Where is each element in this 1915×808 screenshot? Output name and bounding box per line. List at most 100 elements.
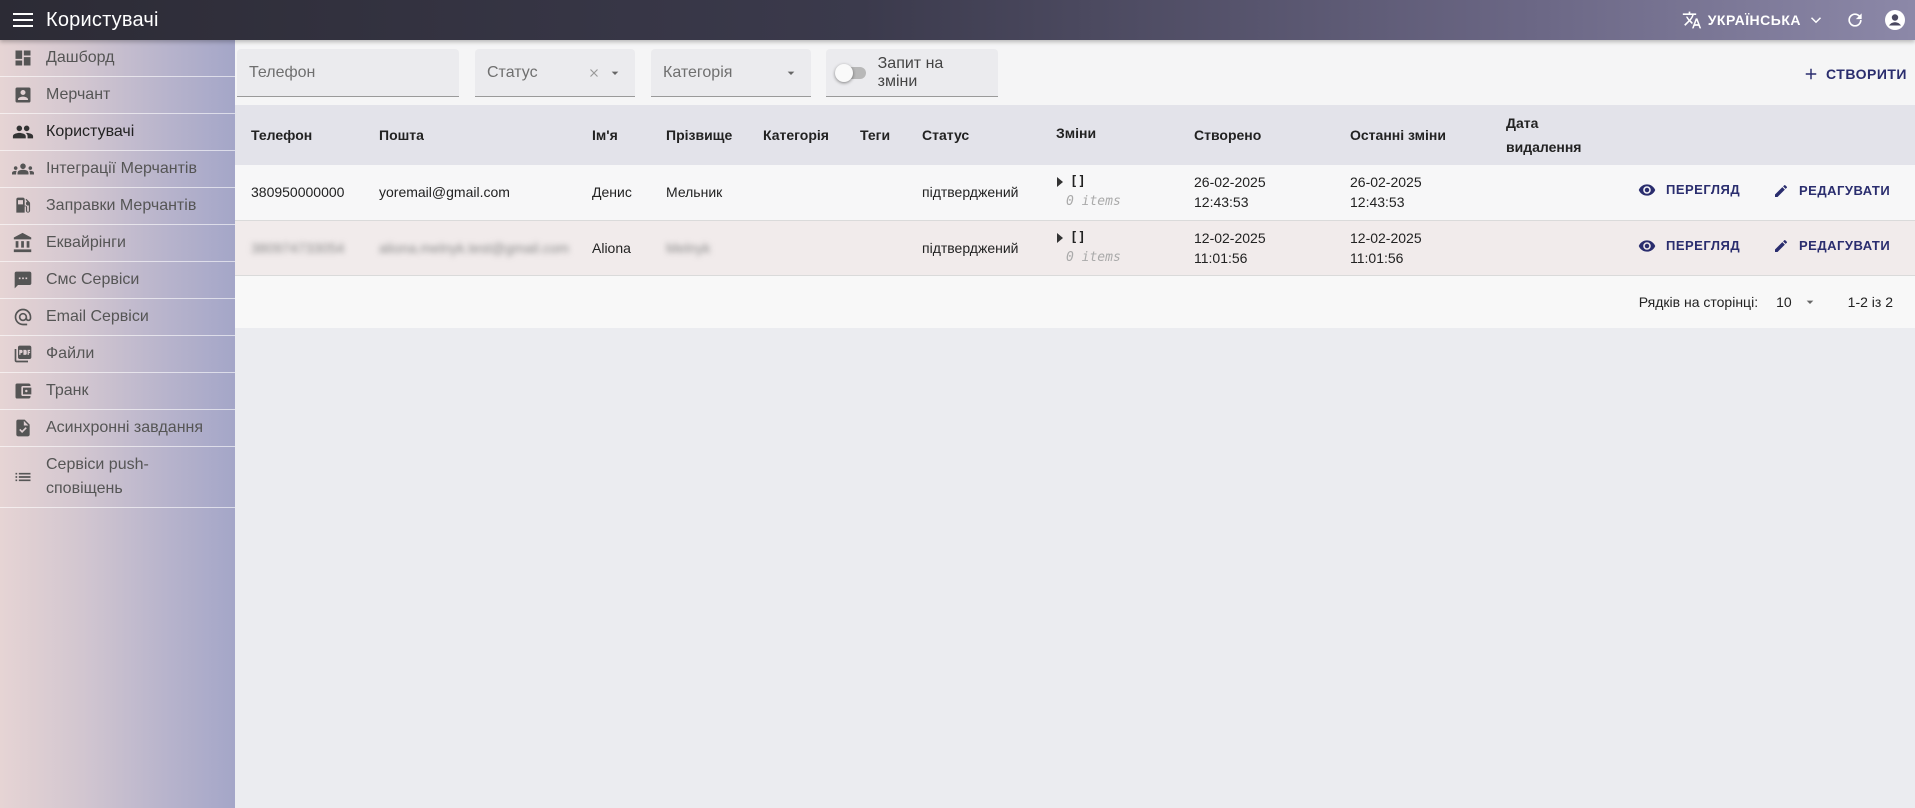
pagination-range: 1-2 із 2	[1847, 293, 1893, 310]
sidebar-item-email-services[interactable]: Email Сервіси	[0, 299, 235, 336]
cell-email: yoremail@gmail.com	[379, 184, 510, 201]
dropdown-arrow-icon	[611, 71, 619, 75]
column-header-edit-action	[1757, 105, 1915, 165]
column-header-category[interactable]: Категорія	[747, 105, 844, 165]
changes-json-viewer[interactable]: [] 0 items	[1056, 228, 1121, 268]
account-button[interactable]	[1875, 0, 1915, 40]
category-filter-select[interactable]: Категорія	[651, 49, 811, 97]
cell-updated: 26-02-2025 12:43:53	[1334, 165, 1490, 220]
cell-changes: [] 0 items	[1040, 220, 1178, 275]
refresh-icon	[1848, 13, 1862, 27]
column-header-deleted[interactable]: Дата видалення	[1490, 105, 1622, 165]
sidebar-item-dashboard[interactable]: Дашборд	[0, 40, 235, 77]
changes-value: []	[1070, 174, 1086, 190]
view-button-label: ПЕРЕГЛЯД	[1666, 237, 1741, 253]
expand-arrow-icon[interactable]	[1056, 177, 1064, 188]
sidebar-item-label: Мерчант	[46, 86, 111, 103]
cell-phone: 380974733054	[235, 220, 363, 275]
redacted-last-name: Melnyk	[666, 239, 711, 256]
table-header-row: Телефон Пошта Ім'я Прізвище Категорія Те…	[235, 105, 1915, 165]
updated-date: 12-02-2025	[1350, 229, 1422, 246]
column-header-email[interactable]: Пошта	[363, 105, 576, 165]
cell-last-name: Мельник	[666, 184, 723, 201]
changes-value: []	[1070, 229, 1086, 245]
menu-icon	[13, 13, 33, 27]
redacted-phone: 380974733054	[251, 239, 345, 256]
cell-category	[747, 165, 844, 220]
expand-arrow-icon[interactable]	[1056, 232, 1064, 243]
view-button[interactable]: ПЕРЕГЛЯД	[1638, 180, 1740, 200]
gas-station-icon	[0, 196, 46, 216]
clear-icon[interactable]	[587, 66, 601, 80]
menu-button[interactable]	[0, 0, 46, 40]
change-request-label: Запит на зміни	[877, 54, 944, 90]
category-filter-placeholder: Категорія	[663, 63, 733, 81]
sidebar: Дашборд Мерчант Користувачі Інтеграції М…	[0, 40, 235, 808]
column-header-deleted-line1: Дата	[1506, 115, 1539, 131]
sidebar-item-async-tasks[interactable]: Асинхронні завдання	[0, 410, 235, 447]
edit-button[interactable]: РЕДАГУВАТИ	[1773, 236, 1890, 256]
list-icon	[0, 467, 46, 487]
sidebar-item-label: Сервіси push-сповіщень	[46, 456, 149, 497]
change-request-toggle[interactable]: Запит на зміни	[826, 49, 998, 97]
cell-view-action: ПЕРЕГЛЯД	[1622, 165, 1757, 220]
chevron-down-icon	[1810, 17, 1822, 24]
sidebar-item-push-services[interactable]: Сервіси push-сповіщень	[0, 447, 235, 508]
main-content: Телефон Статус Категорія Запит на зміни …	[235, 40, 1915, 328]
cell-updated: 12-02-2025 11:01:56	[1334, 220, 1490, 275]
sidebar-item-users[interactable]: Користувачі	[0, 114, 235, 151]
changes-json-viewer[interactable]: [] 0 items	[1056, 172, 1121, 212]
cell-tags	[844, 165, 906, 220]
sidebar-item-trunk[interactable]: Транк	[0, 373, 235, 410]
changes-count: 0 items	[1066, 194, 1121, 210]
column-header-changes[interactable]: Зміни	[1040, 105, 1178, 165]
language-label: УКРАЇНСЬКА	[1707, 12, 1801, 28]
cell-category	[747, 220, 844, 275]
column-header-updated[interactable]: Останні зміни	[1334, 105, 1490, 165]
cell-first-name: Денис	[592, 184, 632, 201]
column-header-phone[interactable]: Телефон	[235, 105, 363, 165]
rows-per-page-select[interactable]: 10	[1776, 294, 1818, 310]
sidebar-item-label: Транк	[46, 382, 89, 399]
table-row[interactable]: 380950000000 yoremail@gmail.com Денис Ме…	[235, 165, 1915, 220]
sidebar-item-label: Смс Сервіси	[46, 271, 140, 288]
view-button[interactable]: ПЕРЕГЛЯД	[1638, 236, 1740, 256]
phone-filter-input[interactable]: Телефон	[237, 49, 459, 97]
create-button-label: СТВОРИТИ	[1826, 66, 1907, 82]
dropdown-arrow-icon	[787, 71, 795, 75]
appbar-actions: УКРАЇНСЬКА	[1672, 0, 1915, 40]
updated-time: 12:43:53	[1350, 194, 1405, 211]
column-header-last-name[interactable]: Прізвище	[650, 105, 747, 165]
filter-toolbar: Телефон Статус Категорія Запит на зміни …	[235, 40, 1915, 105]
column-header-created[interactable]: Створено	[1178, 105, 1334, 165]
column-header-status[interactable]: Статус	[906, 105, 1040, 165]
language-selector[interactable]: УКРАЇНСЬКА	[1672, 0, 1835, 40]
status-filter-select[interactable]: Статус	[475, 49, 635, 97]
column-header-first-name[interactable]: Ім'я	[576, 105, 650, 165]
create-button[interactable]: СТВОРИТИ	[1804, 66, 1907, 82]
refresh-button[interactable]	[1835, 0, 1875, 40]
sidebar-item-merchant-integrations[interactable]: Інтеграції Мерчантів	[0, 151, 235, 188]
table-row[interactable]: 380974733054 aliona.melnyk.test@gmail.co…	[235, 220, 1915, 275]
cell-changes: [] 0 items	[1040, 165, 1178, 220]
pdf-icon	[0, 344, 46, 364]
edit-button[interactable]: РЕДАГУВАТИ	[1773, 181, 1890, 201]
sidebar-item-files[interactable]: Файли	[0, 336, 235, 373]
toggle-switch[interactable]	[835, 63, 866, 82]
dropdown-arrow-icon	[1806, 300, 1813, 304]
cell-deleted	[1490, 165, 1622, 220]
people-icon	[0, 121, 46, 143]
sidebar-item-label: Асинхронні завдання	[46, 419, 204, 436]
sidebar-item-merchant[interactable]: Мерчант	[0, 77, 235, 114]
column-header-deleted-line2: видалення	[1506, 139, 1582, 155]
column-header-tags[interactable]: Теги	[844, 105, 906, 165]
cell-view-action: ПЕРЕГЛЯД	[1622, 220, 1757, 275]
cell-email: aliona.melnyk.test@gmail.com	[363, 220, 576, 275]
view-button-label: ПЕРЕГЛЯД	[1666, 182, 1741, 198]
sidebar-item-label: Еквайрінги	[46, 234, 126, 251]
sms-icon	[0, 270, 46, 290]
task-icon	[0, 418, 46, 438]
sidebar-item-merchant-stations[interactable]: Заправки Мерчантів	[0, 188, 235, 225]
sidebar-item-sms-services[interactable]: Смс Сервіси	[0, 262, 235, 299]
sidebar-item-acquiring[interactable]: Еквайрінги	[0, 225, 235, 262]
